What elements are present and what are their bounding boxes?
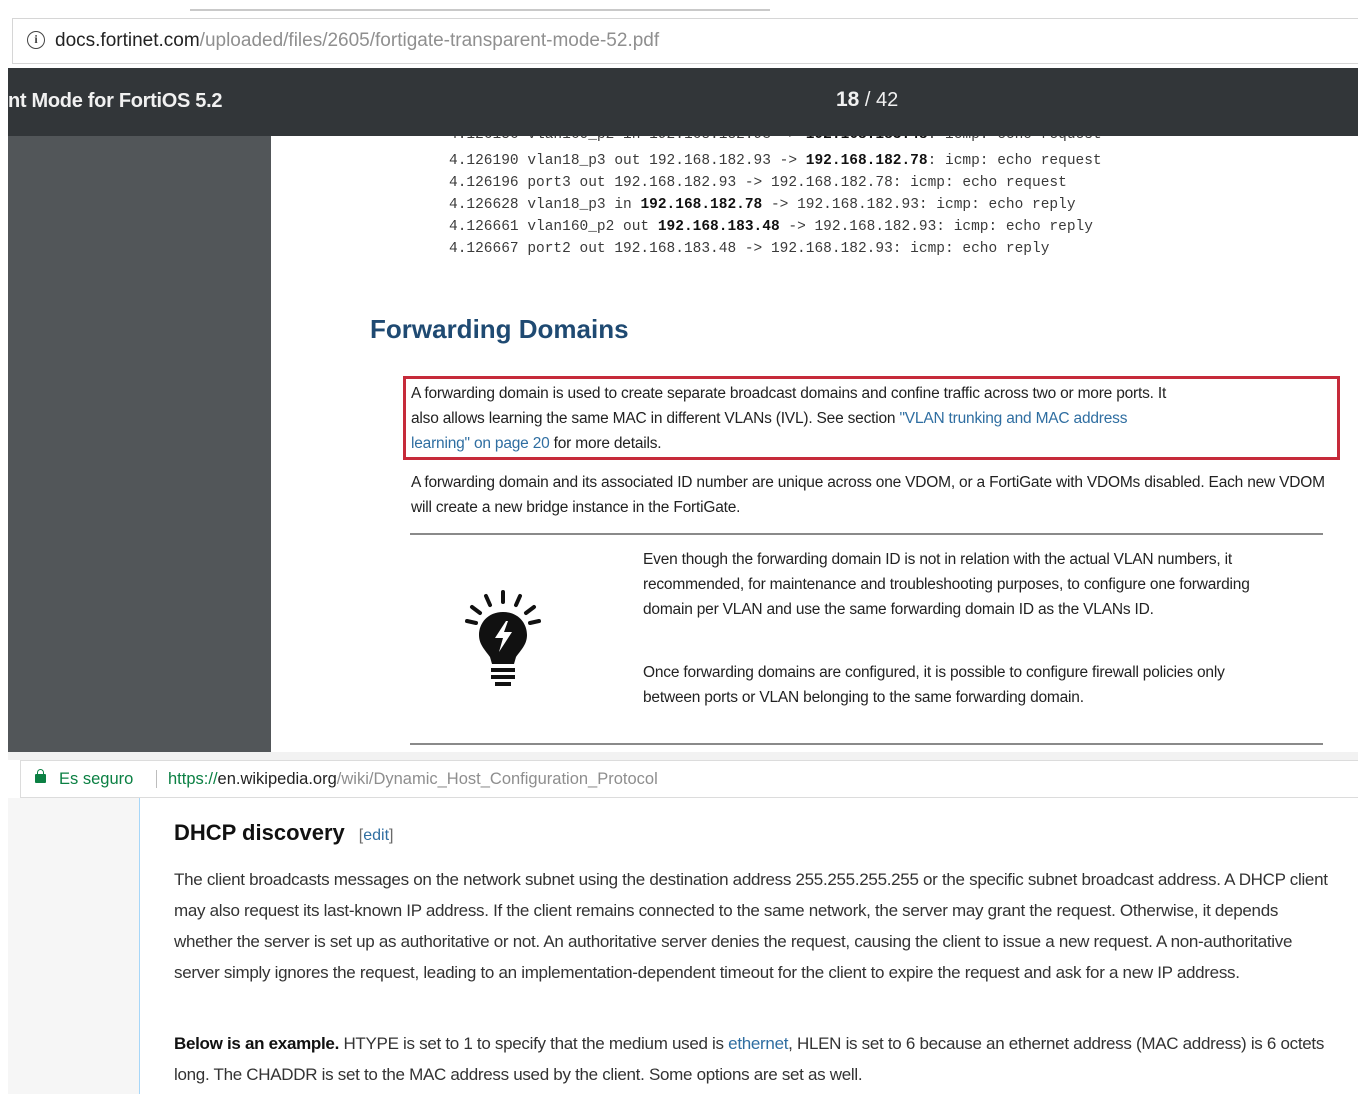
pdf-sidebar bbox=[8, 136, 271, 752]
section-link[interactable]: learning" on page 20 bbox=[411, 435, 550, 452]
highlighted-paragraph: A forwarding domain is used to create se… bbox=[411, 385, 1167, 452]
info-icon[interactable]: i bbox=[27, 31, 45, 49]
code-line: 4.126667 port2 out 192.168.183.48 -> 192… bbox=[449, 241, 1050, 257]
note-paragraph: Once forwarding domains are configured, … bbox=[643, 664, 1225, 706]
edit-link[interactable]: edit bbox=[363, 827, 389, 844]
address-bar-pdf[interactable]: i docs.fortinet.com/uploaded/files/2605/… bbox=[12, 18, 1358, 64]
address-path: /uploaded/files/2605/fortigate-transpare… bbox=[199, 30, 660, 51]
address-bar-wiki[interactable]: Es seguro https://en.wikipedia.org/wiki/… bbox=[20, 760, 1358, 798]
code-line: 4.126661 vlan160_p2 out 192.168.183.48 -… bbox=[449, 219, 1093, 235]
section-heading: DHCP discovery [edit] bbox=[174, 820, 394, 845]
wiki-content[interactable]: DHCP discovery [edit] The client broadcas… bbox=[140, 798, 1358, 1094]
ethernet-link[interactable]: ethernet bbox=[728, 1034, 788, 1053]
divider bbox=[410, 533, 1323, 535]
edit-section: [edit] bbox=[358, 827, 394, 844]
wiki-sidebar bbox=[8, 798, 140, 1094]
browser-top-edge bbox=[0, 0, 1358, 14]
pdf-page-indicator: 18 / 42 bbox=[836, 88, 898, 112]
code-line: 4.126190 vlan18_p3 out 192.168.182.93 ->… bbox=[449, 153, 1102, 169]
lock-icon[interactable] bbox=[35, 769, 46, 783]
page-separator: / bbox=[864, 89, 871, 111]
address-divider bbox=[156, 770, 157, 788]
section-link[interactable]: "VLAN trunking and MAC address bbox=[899, 410, 1127, 427]
total-pages: 42 bbox=[876, 89, 899, 111]
address-url[interactable]: https://en.wikipedia.org/wiki/Dynamic_Ho… bbox=[168, 761, 658, 797]
pdf-document-title: nt Mode for FortiOS 5.2 bbox=[8, 90, 223, 112]
lightbulb-icon bbox=[465, 590, 541, 686]
secure-label[interactable]: Es seguro bbox=[59, 761, 133, 797]
section-heading: Forwarding Domains bbox=[370, 314, 629, 344]
paragraph: Below is an example. HTYPE is set to 1 t… bbox=[174, 1034, 1325, 1084]
note-paragraph: Even though the forwarding domain ID is … bbox=[643, 551, 1250, 618]
address-url[interactable]: docs.fortinet.com/uploaded/files/2605/fo… bbox=[55, 19, 659, 63]
pdf-page[interactable]: 4.126156 vlan160_p2 in 192.168.182.93 ->… bbox=[271, 136, 1358, 752]
divider bbox=[410, 743, 1323, 745]
code-line: 4.126196 port3 out 192.168.182.93 -> 192… bbox=[449, 175, 1067, 191]
address-host: docs.fortinet.com bbox=[55, 30, 200, 51]
current-page-number[interactable]: 18 bbox=[836, 88, 859, 111]
pdf-toolbar: nt Mode for FortiOS 5.2 18 / 42 bbox=[8, 68, 1358, 136]
paragraph: A forwarding domain and its associated I… bbox=[411, 474, 1325, 516]
screenshot-separator bbox=[8, 752, 1358, 760]
paragraph: The client broadcasts messages on the ne… bbox=[174, 870, 1328, 982]
code-line: 4.126628 vlan18_p3 in 192.168.182.78 -> … bbox=[449, 197, 1076, 213]
code-line-partial: 4.126156 vlan160_p2 in 192.168.182.93 ->… bbox=[449, 136, 1102, 146]
